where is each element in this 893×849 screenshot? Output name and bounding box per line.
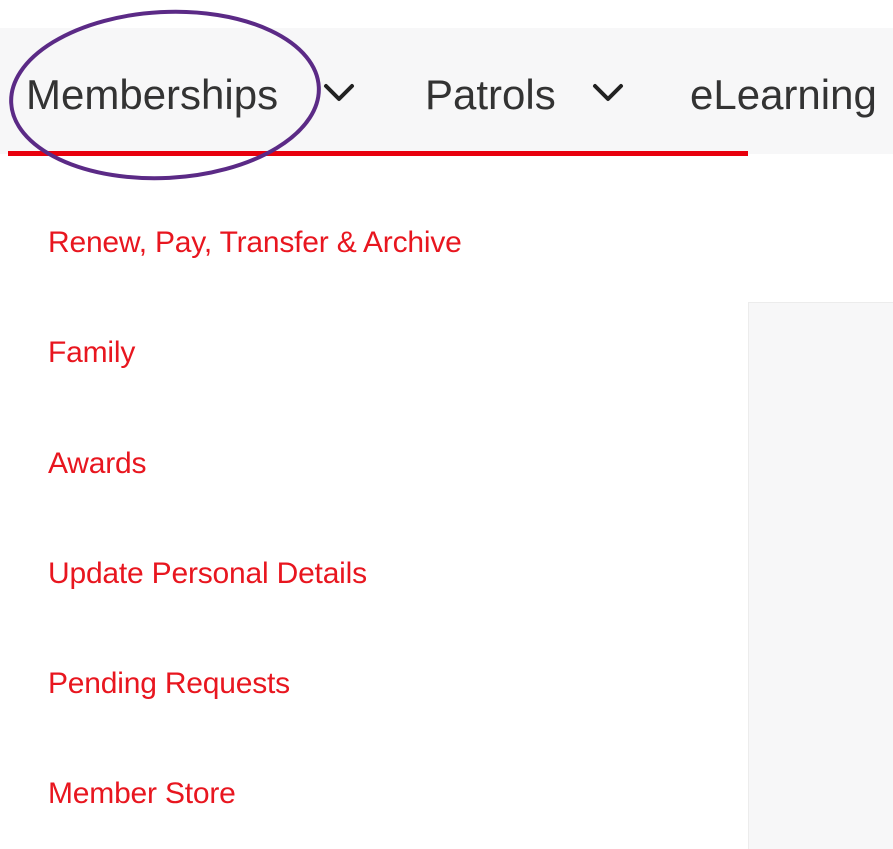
nav-item-memberships[interactable]: Memberships [26,66,278,124]
dropdown-item-family[interactable]: Family [48,328,135,378]
nav-item-elearning[interactable]: eLearning [690,66,877,124]
dropdown-item-member-store[interactable]: Member Store [48,769,236,819]
nav-item-patrols[interactable]: Patrols [425,66,556,124]
active-tab-underline [8,151,748,156]
dropdown-item-update-personal-details[interactable]: Update Personal Details [48,549,367,599]
chevron-down-icon[interactable] [591,78,625,108]
dropdown-item-renew-pay-transfer-archive[interactable]: Renew, Pay, Transfer & Archive [48,218,462,268]
chevron-down-icon[interactable] [322,78,356,108]
content-panel [748,302,893,849]
dropdown-item-awards[interactable]: Awards [48,439,146,489]
dropdown-item-pending-requests[interactable]: Pending Requests [48,659,290,709]
page: Memberships Patrols eLearning Renew, Pay… [0,0,893,849]
